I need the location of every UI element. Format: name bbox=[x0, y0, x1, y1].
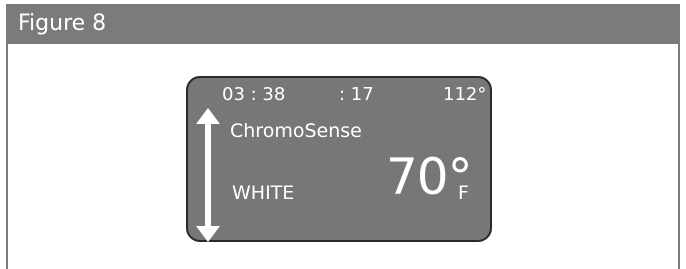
temperature-unit: F bbox=[458, 182, 469, 204]
figure-header: Figure 8 bbox=[6, 4, 680, 44]
figure-title: Figure 8 bbox=[18, 11, 107, 36]
mode-name: ChromoSense bbox=[230, 120, 362, 142]
seconds-readout: : 17 bbox=[339, 84, 374, 105]
controller-display: 03 : 38 : 17 112° ChromoSense WHITE 70° … bbox=[186, 76, 492, 242]
clock-time: 03 : 38 bbox=[222, 84, 286, 105]
color-name: WHITE bbox=[232, 182, 295, 204]
up-down-arrow-icon bbox=[196, 108, 220, 242]
figure-panel: Figure 8 03 : 38 : 17 112° ChromoSense W… bbox=[6, 4, 680, 269]
angle-readout: 112° bbox=[443, 84, 487, 105]
